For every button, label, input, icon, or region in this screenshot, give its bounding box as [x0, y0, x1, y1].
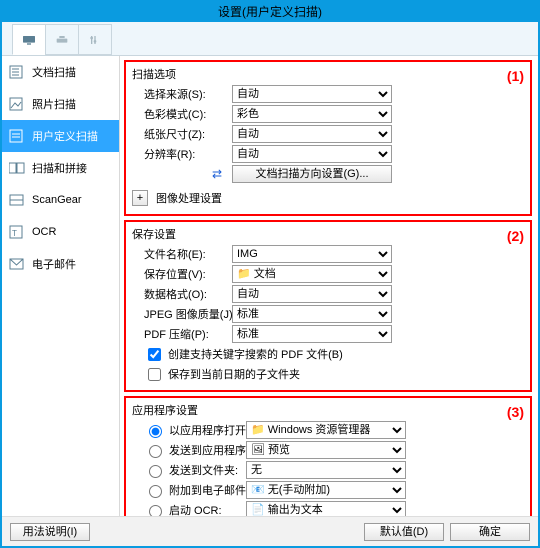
radio-attach-email[interactable] — [149, 485, 162, 498]
select-paper-size[interactable]: 自动 — [232, 125, 392, 143]
section-marker-2: (2) — [507, 228, 524, 244]
toptab-scan-from-device[interactable] — [45, 24, 79, 55]
checkbox-searchable-pdf[interactable] — [148, 348, 161, 361]
select-open-with-app[interactable]: 📁 Windows 资源管理器 — [246, 421, 406, 439]
label-send-to-app: 发送到应用程序: — [169, 442, 249, 458]
svg-text:T: T — [12, 229, 17, 238]
duplex-arrows-icon: ⇄ — [212, 167, 222, 181]
label-file-name: 文件名称(E): — [132, 246, 228, 262]
label-searchable-pdf: 创建支持关键字搜索的 PDF 文件(B) — [168, 346, 343, 362]
window-title: 设置(用户定义扫描) — [2, 2, 538, 22]
sidebar-item-label: 电子邮件 — [32, 256, 76, 272]
radio-open-with-app[interactable] — [149, 425, 162, 438]
image-processing-label: 图像处理设置 — [156, 190, 222, 206]
label-attach-email: 附加到电子邮件: — [169, 482, 249, 498]
main-panel: (1) 扫描选项 选择来源(S): 自动 色彩模式(C): 彩色 纸张尺寸(Z)… — [120, 56, 538, 516]
toptab-scan-to-pc[interactable] — [12, 24, 46, 55]
select-save-location[interactable]: 📁 文档 — [232, 265, 392, 283]
application-settings-section: (3) 应用程序设置 以应用程序打开: 📁 Windows 资源管理器 发送到应… — [124, 396, 532, 516]
sidebar-item-photo-scan[interactable]: 照片扫描 — [2, 88, 119, 120]
top-toolbar — [2, 22, 538, 56]
label-date-subfolder: 保存到当前日期的子文件夹 — [168, 366, 300, 382]
label-source: 选择来源(S): — [132, 86, 228, 102]
label-paper-size: 纸张尺寸(Z): — [132, 126, 228, 142]
sidebar-item-email[interactable]: 电子邮件 — [2, 248, 119, 280]
scangear-icon — [8, 193, 26, 207]
ocr-icon: T — [8, 225, 26, 239]
radio-send-to-app[interactable] — [149, 445, 162, 458]
select-jpeg-quality[interactable]: 标准 — [232, 305, 392, 323]
document-icon — [8, 65, 26, 79]
label-pdf-compression: PDF 压缩(P): — [132, 326, 228, 342]
sidebar-item-label: ScanGear — [32, 194, 82, 206]
toptab-tools[interactable] — [78, 24, 112, 55]
label-open-with-app: 以应用程序打开: — [169, 422, 249, 438]
radio-send-to-folder[interactable] — [149, 465, 162, 478]
sidebar-item-label: OCR — [32, 226, 56, 238]
expand-image-processing-button[interactable]: + — [132, 190, 148, 206]
label-save-location: 保存位置(V): — [132, 266, 228, 282]
select-start-ocr[interactable]: 📄 输出为文本 — [246, 501, 406, 516]
sidebar: 文档扫描 照片扫描 用户定义扫描 扫描和拼接 ScanGear T OCR — [2, 56, 120, 516]
stitch-icon — [8, 161, 26, 175]
checkbox-date-subfolder[interactable] — [148, 368, 161, 381]
select-pdf-compression[interactable]: 标准 — [232, 325, 392, 343]
ok-button[interactable]: 确定 — [450, 523, 530, 541]
select-attach-email[interactable]: 📧 无(手动附加) — [246, 481, 406, 499]
sidebar-item-ocr[interactable]: T OCR — [2, 216, 119, 248]
section-title: 保存设置 — [132, 226, 524, 242]
defaults-button[interactable]: 默认值(D) — [364, 523, 444, 541]
custom-icon — [8, 129, 26, 143]
label-data-format: 数据格式(O): — [132, 286, 228, 302]
sidebar-item-stitch[interactable]: 扫描和拼接 — [2, 152, 119, 184]
select-file-name[interactable]: IMG — [232, 245, 392, 263]
section-title: 应用程序设置 — [132, 402, 524, 418]
instructions-button[interactable]: 用法说明(I) — [10, 523, 90, 541]
scan-options-section: (1) 扫描选项 选择来源(S): 自动 色彩模式(C): 彩色 纸张尺寸(Z)… — [124, 60, 532, 216]
sidebar-item-label: 文档扫描 — [32, 64, 76, 80]
sidebar-item-custom-scan[interactable]: 用户定义扫描 — [2, 120, 119, 152]
select-send-to-folder[interactable]: 无 — [246, 461, 406, 479]
select-data-format[interactable]: 自动 — [232, 285, 392, 303]
label-jpeg-quality: JPEG 图像质量(J): — [132, 306, 228, 322]
section-marker-1: (1) — [507, 68, 524, 84]
sidebar-item-label: 扫描和拼接 — [32, 160, 87, 176]
select-send-to-app[interactable]: 🖼 预览 — [246, 441, 406, 459]
photo-icon — [8, 97, 26, 111]
sidebar-item-scangear[interactable]: ScanGear — [2, 184, 119, 216]
label-send-to-folder: 发送到文件夹: — [169, 462, 238, 478]
save-settings-section: (2) 保存设置 文件名称(E): IMG 保存位置(V): 📁 文档 数据格式… — [124, 220, 532, 392]
select-color-mode[interactable]: 彩色 — [232, 105, 392, 123]
select-source[interactable]: 自动 — [232, 85, 392, 103]
sidebar-item-label: 照片扫描 — [32, 96, 76, 112]
label-color-mode: 色彩模式(C): — [132, 106, 228, 122]
sidebar-item-document-scan[interactable]: 文档扫描 — [2, 56, 119, 88]
label-resolution: 分辨率(R): — [132, 146, 228, 162]
label-start-ocr: 启动 OCR: — [169, 502, 222, 516]
footer: 用法说明(I) 默认值(D) 确定 — [2, 516, 538, 546]
radio-start-ocr[interactable] — [149, 505, 162, 516]
email-icon — [8, 257, 26, 271]
section-title: 扫描选项 — [132, 66, 524, 82]
select-resolution[interactable]: 自动 — [232, 145, 392, 163]
section-marker-3: (3) — [507, 404, 524, 420]
orientation-settings-button[interactable]: 文档扫描方向设置(G)... — [232, 165, 392, 183]
sidebar-item-label: 用户定义扫描 — [32, 128, 98, 144]
